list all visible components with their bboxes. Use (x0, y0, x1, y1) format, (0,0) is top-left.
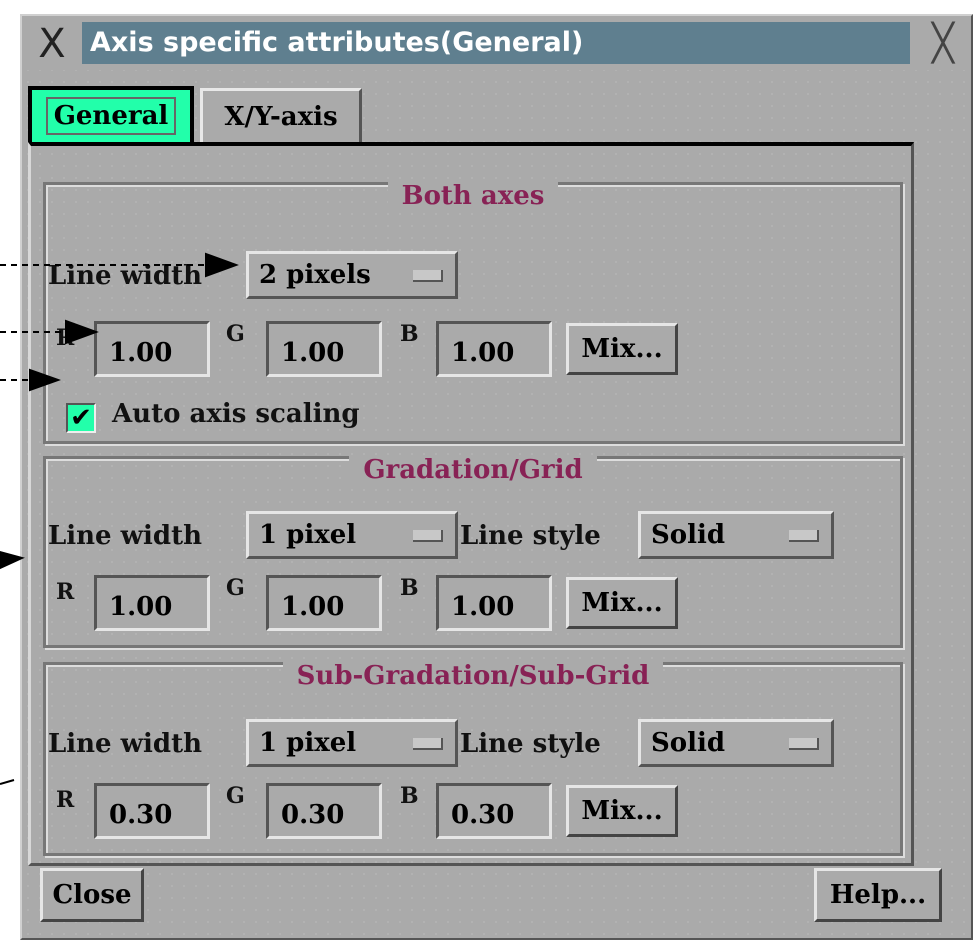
annotation-arrows-svg (0, 252, 239, 785)
